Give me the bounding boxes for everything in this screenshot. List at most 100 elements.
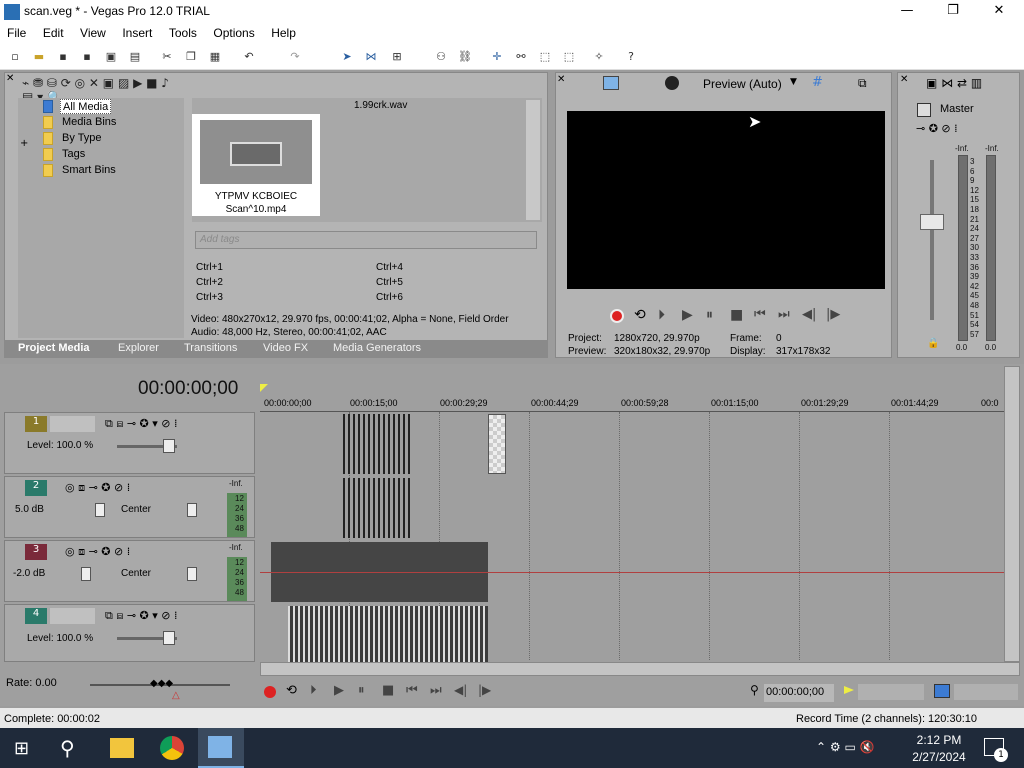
paste-icon[interactable]: ▦ [206,48,224,66]
media-scrollbar[interactable] [526,100,540,220]
volume-slider-thumb[interactable] [81,567,91,581]
track-header-4[interactable]: 4 ⧉ ⧈ ⊸ ✪ ▾ ⊘ ⁞ Level: 100.0 % [4,604,255,662]
transport-time-field[interactable]: 00:00:00;00 [764,684,834,702]
play-from-start-icon[interactable]: ⏵ [658,307,665,323]
tools-icon[interactable]: ✧ [590,48,608,66]
cut-icon[interactable]: ✂ [158,48,176,66]
lock-envelopes-icon[interactable]: ⛓ [456,48,474,66]
close-button[interactable]: ✕ [976,0,1022,24]
preview-quality-dropdown[interactable]: Preview (Auto) [703,77,782,91]
envelope-tool-icon[interactable]: ⋈ [362,48,380,66]
menu-insert[interactable]: Insert [115,24,158,42]
expand-icon[interactable]: + [20,138,28,149]
track-name-field[interactable] [50,416,95,432]
pause-icon[interactable]: ⏸ [706,307,713,323]
clock-date[interactable]: 2/27/2024 [908,750,970,764]
media-thumbnail-card[interactable]: YTPMV KCBOIEC Scan^10.mp4 [192,114,320,216]
normal-edit-tool-icon[interactable]: ➤ [338,48,356,66]
clock-time[interactable]: 2:12 PM [912,733,966,747]
tray-icons[interactable]: ⌃ ⚙ ▭ 🔇 [816,740,875,754]
ignore-grouping-icon[interactable]: ⬚ [536,48,554,66]
menu-help[interactable]: Help [264,24,302,42]
menu-tools[interactable]: Tools [162,24,203,42]
pan-slider-thumb[interactable] [187,503,197,517]
track-header-2[interactable]: 2 ◎ ⧈ ⊸ ✪ ⊘ ⁞ 5.0 dB Center -Inf. 12 24 … [4,476,255,538]
level-slider-thumb[interactable] [163,439,175,453]
go-to-end-icon[interactable]: ⏭ [430,683,442,698]
play-from-start-icon[interactable]: ⏵ [310,683,317,698]
video-clip-track1[interactable] [343,414,413,474]
copy-icon[interactable]: ❐ [182,48,200,66]
stop-icon[interactable]: ■ [730,307,743,323]
selection-start-field[interactable] [858,684,924,700]
previous-frame-icon[interactable]: ◀| [454,683,467,697]
render-icon[interactable]: ▣ [102,48,120,66]
tab-project-media[interactable]: Project Media [18,342,90,354]
tree-item-by-type[interactable]: By Type [62,131,102,146]
tab-transitions[interactable]: Transitions [184,342,237,354]
tree-item-tags[interactable]: Tags [62,147,85,162]
track-header-1[interactable]: 1 ⧉ ⧈ ⊸ ✪ ▾ ⊘ ⁞ Level: 100.0 % [4,412,255,474]
overlays-icon[interactable]: # [812,75,823,90]
windows-start-icon[interactable]: ⊞ [14,738,29,759]
tree-item-all-media[interactable]: All Media [60,99,112,114]
whats-this-icon[interactable]: ? [622,48,640,66]
save-as-icon[interactable]: ▪ [78,48,96,66]
selection-icon[interactable]: ⬚ [560,48,578,66]
preview-fx-icon[interactable] [665,76,679,90]
auto-crossfade-icon[interactable]: ⚯ [512,48,530,66]
vegas-taskbar-button[interactable] [198,728,244,768]
save-icon[interactable]: ▪ [54,48,72,66]
vertical-scrollbar[interactable] [1004,366,1020,662]
play-icon[interactable]: ▶ [682,307,693,323]
lock-icon[interactable]: 🔒 [927,338,939,349]
file-explorer-icon[interactable] [110,738,134,758]
track-fx-icons[interactable]: ◎ ⧈ ⊸ ✪ ⊘ ⁞ [65,481,130,495]
video-clip-track4[interactable] [288,606,488,662]
play-icon[interactable]: ▶ [334,683,344,698]
loop-icon[interactable]: ⟲ [286,683,297,698]
properties-icon[interactable]: ▤ [126,48,144,66]
level-slider-thumb[interactable] [163,631,175,645]
audio-clip-track2[interactable] [343,478,413,538]
track-fx-icons[interactable]: ⧉ ⧈ ⊸ ✪ ▾ ⊘ ⁞ [105,609,178,623]
selection-length-field[interactable] [954,684,1018,700]
track-fx-icons[interactable]: ◎ ⧈ ⊸ ✪ ⊘ ⁞ [65,545,130,559]
previous-frame-icon[interactable]: ◀| [802,307,816,322]
loop-icon[interactable]: ⟲ [634,307,646,323]
tree-item-smart-bins[interactable]: Smart Bins [62,163,116,178]
restore-button[interactable]: ❐ [930,0,976,24]
open-icon[interactable]: ▬ [30,48,48,66]
go-to-start-icon[interactable]: ⏮ [406,683,418,698]
menu-options[interactable]: Options [206,24,260,42]
track-name-field[interactable] [50,608,95,624]
next-frame-icon[interactable]: |▶ [826,307,840,322]
video-preview-area[interactable] [567,111,885,289]
search-icon[interactable]: ⚲ [60,736,75,760]
go-to-start-icon[interactable]: ⏮ [754,307,766,322]
horizontal-scrollbar[interactable] [260,662,1020,676]
enable-snapping-icon[interactable]: ✛ [488,48,506,66]
media-file-name[interactable]: 1.99crk.wav [354,100,407,111]
chrome-icon[interactable] [160,736,184,760]
record-icon[interactable] [264,686,276,698]
minimize-button[interactable]: — [884,0,930,24]
undo-icon[interactable]: ↶ [240,48,258,66]
tree-item-media-bins[interactable]: Media Bins [62,115,116,130]
copy-snapshot-icon[interactable]: ⧉ [858,76,867,91]
tab-explorer[interactable]: Explorer [118,342,159,354]
volume-envelope[interactable] [260,572,1004,573]
rate-slider-thumb[interactable]: ◆◆◆ [150,678,173,689]
close-icon[interactable]: ✕ [557,74,565,85]
master-volume-fader[interactable] [920,214,944,230]
stop-icon[interactable]: ■ [382,683,394,698]
tab-video-fx[interactable]: Video FX [263,342,308,354]
tab-media-generators[interactable]: Media Generators [333,342,421,354]
auto-ripple-icon[interactable]: ⚇ [432,48,450,66]
external-monitor-icon[interactable] [603,76,619,90]
go-to-end-icon[interactable]: ⏭ [778,307,790,322]
track-header-3[interactable]: 3 ◎ ⧈ ⊸ ✪ ⊘ ⁞ -2.0 dB Center -Inf. 12 24… [4,540,255,602]
pan-slider-thumb[interactable] [187,567,197,581]
record-icon[interactable] [610,309,624,323]
close-icon[interactable]: ✕ [6,74,14,84]
